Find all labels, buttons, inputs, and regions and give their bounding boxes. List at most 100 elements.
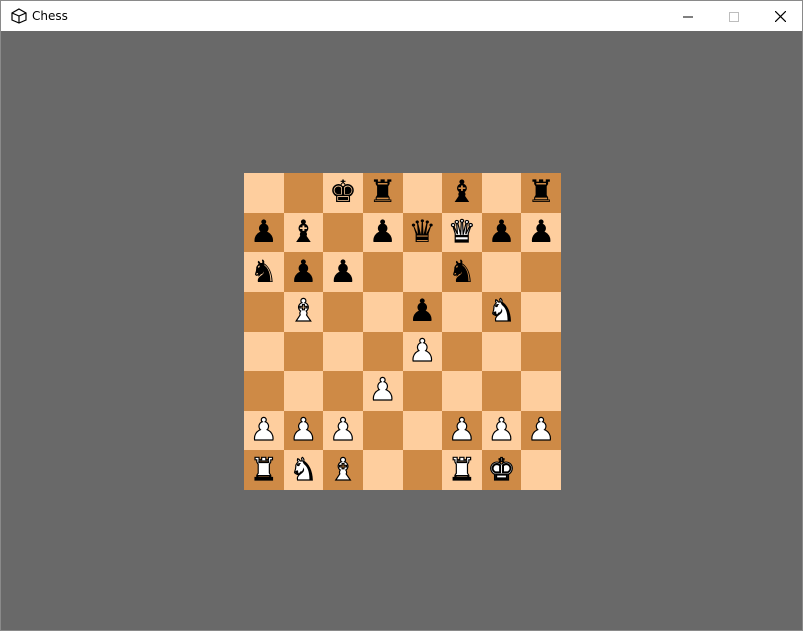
square-f8[interactable]: ♝ <box>442 173 482 213</box>
square-a8[interactable] <box>244 173 284 213</box>
maximize-button[interactable] <box>711 1 757 31</box>
title-bar[interactable]: Chess <box>1 1 802 31</box>
black-king-icon[interactable]: ♚ <box>329 177 357 208</box>
white-rook-icon[interactable]: ♜ <box>447 454 476 486</box>
square-g5[interactable]: ♞ <box>481 291 522 332</box>
white-queen-icon[interactable]: ♛ <box>447 216 476 248</box>
square-a5[interactable] <box>244 291 284 332</box>
white-pawn-icon[interactable]: ♟ <box>527 414 556 446</box>
square-c3[interactable] <box>323 371 363 411</box>
minimize-button[interactable] <box>665 1 711 31</box>
square-c4[interactable] <box>323 331 363 372</box>
square-b5[interactable]: ♝ <box>283 291 324 332</box>
square-b4[interactable] <box>283 331 324 372</box>
square-d4[interactable] <box>362 331 403 372</box>
white-rook-icon[interactable]: ♜ <box>249 454 278 486</box>
square-e1[interactable] <box>402 450 443 490</box>
white-pawn-icon[interactable]: ♟ <box>487 414 516 446</box>
white-bishop-icon[interactable]: ♝ <box>289 295 318 327</box>
black-knight-icon[interactable]: ♞ <box>250 256 278 288</box>
square-d3[interactable]: ♟ <box>362 371 403 411</box>
black-pawn-icon[interactable]: ♟ <box>527 216 555 248</box>
square-e6[interactable] <box>402 252 443 292</box>
square-a4[interactable] <box>244 331 284 372</box>
black-rook-icon[interactable]: ♜ <box>369 177 397 208</box>
square-e3[interactable] <box>402 371 443 411</box>
square-f7[interactable]: ♛ <box>442 212 482 253</box>
square-d8[interactable]: ♜ <box>362 173 403 213</box>
black-knight-icon[interactable]: ♞ <box>448 256 476 288</box>
white-pawn-icon[interactable]: ♟ <box>408 335 437 367</box>
square-h4[interactable] <box>521 331 561 372</box>
square-f1[interactable]: ♜ <box>442 450 482 490</box>
square-h6[interactable] <box>521 252 561 292</box>
white-bishop-icon[interactable]: ♝ <box>329 454 358 486</box>
square-a3[interactable] <box>244 371 284 411</box>
white-knight-icon[interactable]: ♞ <box>289 454 318 486</box>
black-pawn-icon[interactable]: ♟ <box>488 216 516 248</box>
square-c6[interactable]: ♟ <box>323 252 363 292</box>
square-b8[interactable] <box>283 173 324 213</box>
square-e7[interactable]: ♛ <box>402 212 443 253</box>
square-c5[interactable] <box>323 291 363 332</box>
square-b2[interactable]: ♟ <box>283 410 324 451</box>
square-c2[interactable]: ♟ <box>323 410 363 451</box>
black-pawn-icon[interactable]: ♟ <box>250 216 278 248</box>
square-a6[interactable]: ♞ <box>244 252 284 292</box>
black-pawn-icon[interactable]: ♟ <box>290 256 318 288</box>
square-g1[interactable]: ♚ <box>481 450 522 490</box>
square-g7[interactable]: ♟ <box>481 212 522 253</box>
black-pawn-icon[interactable]: ♟ <box>408 296 436 327</box>
square-f6[interactable]: ♞ <box>442 252 482 292</box>
square-d5[interactable] <box>362 291 403 332</box>
white-pawn-icon[interactable]: ♟ <box>289 414 318 446</box>
black-bishop-icon[interactable]: ♝ <box>290 216 318 248</box>
square-f4[interactable] <box>442 331 482 372</box>
square-d6[interactable] <box>362 252 403 292</box>
square-h2[interactable]: ♟ <box>521 410 561 451</box>
square-f3[interactable] <box>442 371 482 411</box>
white-pawn-icon[interactable]: ♟ <box>329 414 358 446</box>
square-d1[interactable] <box>362 450 403 490</box>
square-e2[interactable] <box>402 410 443 451</box>
square-f2[interactable]: ♟ <box>442 410 482 451</box>
square-g3[interactable] <box>481 371 522 411</box>
square-h7[interactable]: ♟ <box>521 212 561 253</box>
square-b7[interactable]: ♝ <box>283 212 324 253</box>
square-g4[interactable] <box>481 331 522 372</box>
white-pawn-icon[interactable]: ♟ <box>447 414 476 446</box>
square-g6[interactable] <box>481 252 522 292</box>
square-h1[interactable] <box>521 450 561 490</box>
square-c7[interactable] <box>323 212 363 253</box>
square-e5[interactable]: ♟ <box>402 291 443 332</box>
square-d7[interactable]: ♟ <box>362 212 403 253</box>
square-d2[interactable] <box>362 410 403 451</box>
black-pawn-icon[interactable]: ♟ <box>329 256 357 288</box>
square-h5[interactable] <box>521 291 561 332</box>
white-king-icon[interactable]: ♚ <box>487 454 516 486</box>
square-a2[interactable]: ♟ <box>244 410 284 451</box>
square-c8[interactable]: ♚ <box>323 173 363 213</box>
square-c1[interactable]: ♝ <box>323 450 363 490</box>
square-g2[interactable]: ♟ <box>481 410 522 451</box>
square-b1[interactable]: ♞ <box>283 450 324 490</box>
black-rook-icon[interactable]: ♜ <box>527 177 555 208</box>
black-pawn-icon[interactable]: ♟ <box>369 216 397 248</box>
square-e4[interactable]: ♟ <box>402 331 443 372</box>
white-knight-icon[interactable]: ♞ <box>487 295 516 327</box>
square-e8[interactable] <box>402 173 443 213</box>
square-a7[interactable]: ♟ <box>244 212 284 253</box>
close-button[interactable] <box>757 1 803 31</box>
black-bishop-icon[interactable]: ♝ <box>448 177 476 208</box>
black-queen-icon[interactable]: ♛ <box>408 216 436 248</box>
square-a1[interactable]: ♜ <box>244 450 284 490</box>
unity-logo-icon <box>11 8 27 24</box>
square-h8[interactable]: ♜ <box>521 173 561 213</box>
square-f5[interactable] <box>442 291 482 332</box>
square-g8[interactable] <box>481 173 522 213</box>
square-b6[interactable]: ♟ <box>283 252 324 292</box>
square-b3[interactable] <box>283 371 324 411</box>
white-pawn-icon[interactable]: ♟ <box>249 414 278 446</box>
white-pawn-icon[interactable]: ♟ <box>368 374 397 406</box>
square-h3[interactable] <box>521 371 561 411</box>
